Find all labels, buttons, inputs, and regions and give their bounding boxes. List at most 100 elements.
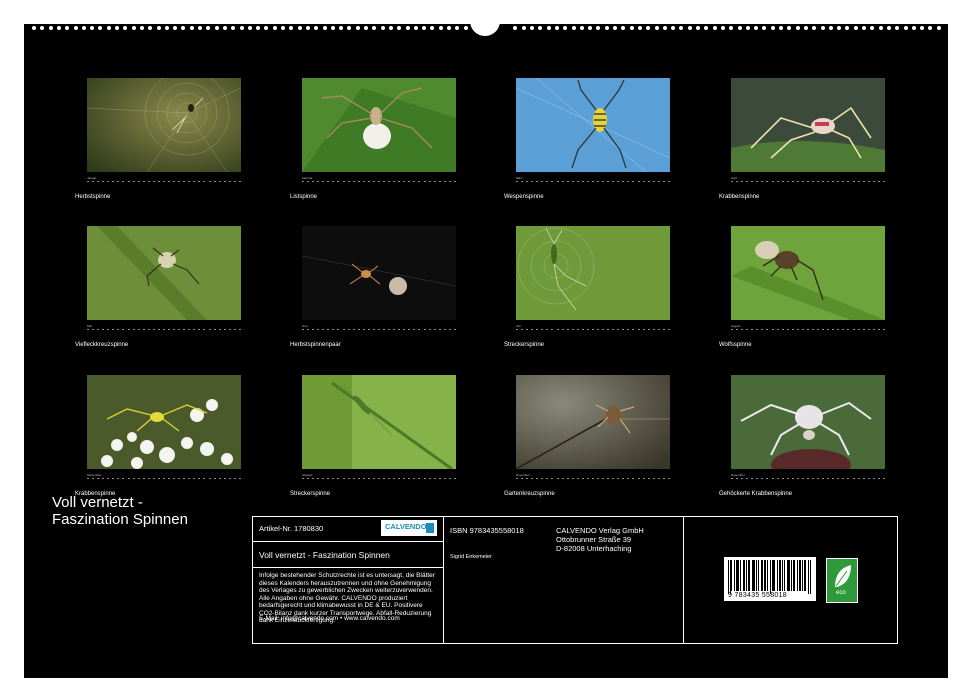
day-tick — [642, 478, 645, 479]
barcode-bar — [730, 560, 731, 594]
day-tick — [882, 181, 885, 182]
day-tick — [536, 181, 539, 182]
barcode-bar — [749, 560, 750, 591]
day-tick — [418, 181, 421, 182]
day-tick — [741, 181, 744, 182]
barcode-bar — [764, 560, 765, 591]
day-tick — [771, 478, 774, 479]
day-tick — [398, 329, 401, 330]
binding-hole — [787, 26, 792, 30]
day-tick — [332, 181, 335, 182]
barcode-bar — [774, 560, 775, 591]
photo-october — [302, 375, 456, 469]
day-tick — [832, 478, 835, 479]
day-tick — [112, 181, 115, 182]
barcode-bar — [765, 560, 766, 591]
day-grid — [516, 477, 670, 483]
binding-hole — [148, 26, 153, 30]
day-tick — [132, 181, 135, 182]
day-tick — [97, 478, 100, 479]
day-tick — [312, 181, 315, 182]
calendar-title: Voll vernetzt - Faszination Spinnen — [52, 494, 188, 528]
day-tick — [667, 478, 670, 479]
binding-hole — [596, 26, 601, 30]
day-tick — [112, 478, 115, 479]
day-tick — [761, 478, 764, 479]
day-tick — [162, 478, 165, 479]
day-tick — [428, 329, 431, 330]
day-tick — [87, 181, 89, 182]
day-tick — [117, 329, 120, 330]
day-tick — [362, 181, 365, 182]
binding-hole — [795, 26, 800, 30]
day-tick — [642, 329, 645, 330]
day-tick — [516, 329, 518, 330]
binding-hole — [812, 26, 817, 30]
day-tick — [776, 181, 779, 182]
day-tick — [591, 478, 594, 479]
day-grid — [302, 328, 456, 334]
day-tick — [576, 478, 579, 479]
day-tick — [637, 478, 640, 479]
binding-hole — [546, 26, 551, 30]
day-tick — [812, 478, 814, 479]
day-tick — [566, 478, 569, 479]
day-tick — [746, 478, 749, 479]
day-tick — [102, 478, 105, 479]
day-tick — [307, 329, 310, 330]
binding-hole — [671, 26, 676, 30]
day-tick — [627, 181, 630, 182]
eco-label: eco — [836, 590, 846, 596]
day-grid — [731, 477, 885, 483]
day-tick — [541, 478, 544, 479]
day-tick — [571, 478, 574, 479]
day-tick — [228, 329, 231, 330]
day-tick — [526, 329, 529, 330]
barcode-bar — [734, 560, 735, 591]
article-panel: Artikel-Nr. 1780830 CALVENDO — [252, 516, 444, 542]
day-tick — [867, 478, 870, 479]
binding-hole — [720, 26, 725, 30]
day-tick — [602, 181, 605, 182]
barcode-bar — [794, 560, 795, 591]
binding-hole — [828, 26, 833, 30]
day-tick — [597, 478, 599, 479]
day-tick — [198, 478, 201, 479]
day-tick — [423, 181, 426, 182]
day-tick — [322, 329, 325, 330]
day-tick — [377, 478, 380, 479]
day-tick — [393, 478, 396, 479]
barcode-bar — [805, 560, 806, 591]
day-tick — [541, 181, 544, 182]
day-tick — [771, 181, 774, 182]
binding-hole — [123, 26, 128, 30]
day-tick — [561, 329, 564, 330]
day-tick — [97, 329, 100, 330]
photo-august — [731, 226, 885, 320]
day-tick — [157, 478, 160, 479]
barcode-bar — [772, 560, 773, 591]
day-tick — [812, 181, 814, 182]
day-tick — [127, 181, 130, 182]
binding-hole — [679, 26, 684, 30]
photo-caption: Streckerspinne — [290, 491, 331, 497]
legal-panel: Infolge bestehender Schutzrechte ist es … — [252, 567, 444, 644]
day-tick — [152, 478, 155, 479]
day-tick — [521, 181, 524, 182]
binding-hole — [538, 26, 543, 30]
day-tick — [531, 329, 534, 330]
day-tick — [302, 478, 304, 479]
publisher-panel: ISBN 9783435558018 CALVENDO Verlag GmbH … — [443, 516, 684, 644]
day-tick — [837, 329, 840, 330]
day-tick — [817, 329, 820, 330]
day-tick — [632, 478, 635, 479]
binding-hole — [198, 26, 202, 30]
day-tick — [781, 478, 784, 479]
day-tick — [796, 478, 799, 479]
day-tick — [178, 329, 181, 330]
photo-february — [302, 78, 456, 172]
day-tick — [352, 329, 355, 330]
day-tick — [322, 181, 325, 182]
day-tick — [223, 329, 226, 330]
day-tick — [223, 478, 226, 479]
